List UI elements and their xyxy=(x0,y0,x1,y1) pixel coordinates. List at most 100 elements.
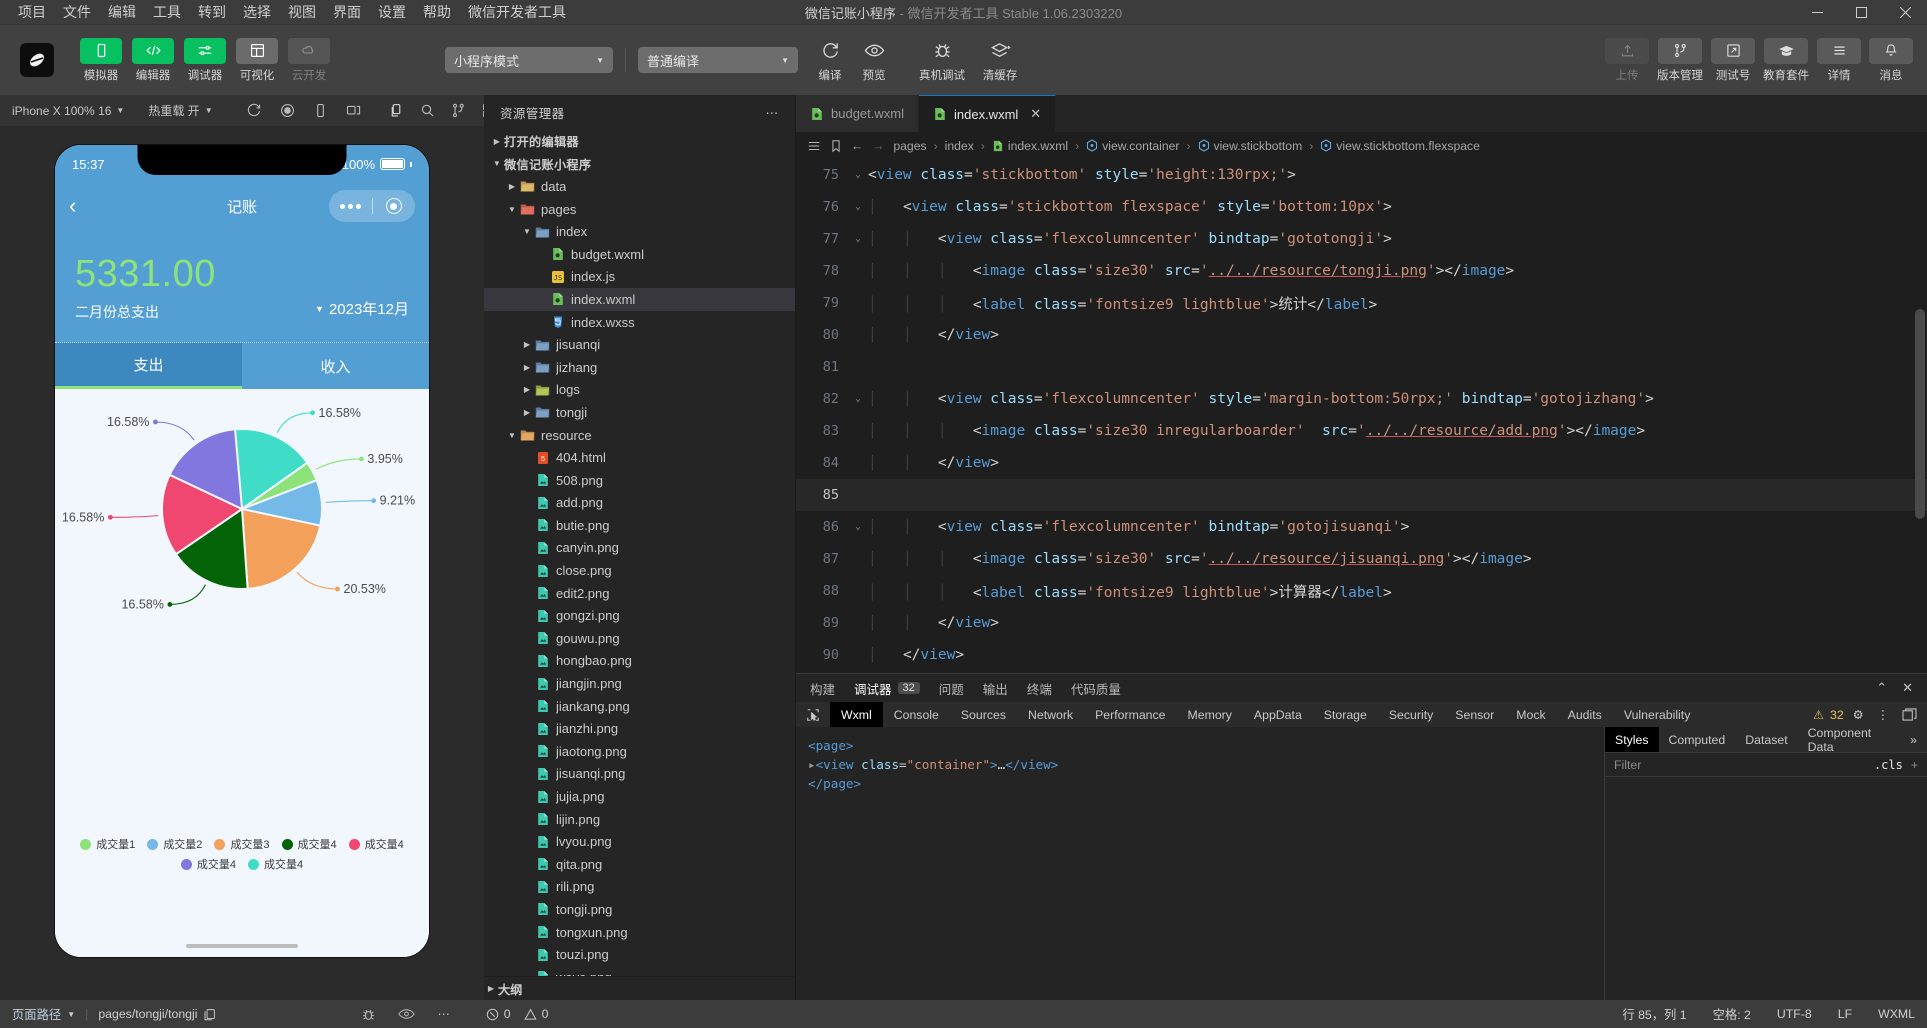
month-picker[interactable]: ▼ 2023年12月 xyxy=(315,298,409,322)
rotate-phone-icon[interactable] xyxy=(313,103,328,118)
styles-tab-dataset[interactable]: Dataset xyxy=(1735,727,1797,752)
devtools-tab-wxml[interactable]: Wxml xyxy=(830,702,883,727)
toolbar-external-link-button[interactable]: 测试号 xyxy=(1711,37,1755,83)
menu-item-10[interactable]: 微信开发者工具 xyxy=(468,2,566,22)
toolbar-branch-button[interactable]: 版本管理 xyxy=(1657,37,1703,83)
compile-button[interactable]: 编译 xyxy=(808,37,852,83)
copy-icon[interactable] xyxy=(203,1008,216,1021)
devtools-panel-4[interactable]: 终端 xyxy=(1027,679,1052,698)
refresh-icon[interactable] xyxy=(247,103,262,118)
cls-button[interactable]: .cls xyxy=(1874,758,1903,772)
code-line-84[interactable]: 84 │ │ </view> xyxy=(796,447,1927,479)
tree-item-jiangjin-png[interactable]: jiangjin.png xyxy=(484,672,795,695)
breadcrumb-item-0[interactable]: pages xyxy=(893,139,926,153)
add-style-button[interactable]: + xyxy=(1911,758,1918,772)
breadcrumb-item-1[interactable]: index xyxy=(945,139,974,153)
devtools-tab-list[interactable]: Wxml Console Sources Network Performance Memo… xyxy=(830,702,1701,727)
menu-bar[interactable]: 项目 文件 编辑 工具 转到 选择 视图 界面 设置 帮助 微信开发者工具 xyxy=(0,2,566,22)
close-icon[interactable] xyxy=(1883,0,1927,25)
dock-icon[interactable] xyxy=(1902,707,1917,722)
tree-item-butie-png[interactable]: butie.png xyxy=(484,514,795,537)
tree-item-qita-png[interactable]: qita.png xyxy=(484,853,795,876)
wxml-node-1[interactable]: ▸<view class="container">…</view> xyxy=(808,755,1592,774)
tree-item-tongji[interactable]: ▶ tongji xyxy=(484,401,795,424)
wxml-node-2[interactable]: </page> xyxy=(808,774,1592,793)
close-target-icon[interactable] xyxy=(372,198,415,214)
tree-item-jisuanqi-png[interactable]: jisuanqi.png xyxy=(484,763,795,786)
code-line-83[interactable]: 83 │ │ │ <image class='size30 inregularbo… xyxy=(796,415,1927,447)
outline-section[interactable]: ▶ 大纲 xyxy=(484,976,795,1000)
devtools-panel-0[interactable]: 构建 xyxy=(810,679,835,698)
tree-item-404-html[interactable]: 5 404.html xyxy=(484,446,795,469)
fold-chevron-icon[interactable]: ⌄ xyxy=(848,522,868,532)
devtools-panel-list[interactable]: 构建 调试器 32 问题 输出 终端 代码质量 xyxy=(810,679,1121,698)
clear-cache-button[interactable]: 清缓存 xyxy=(972,37,1028,83)
editor-tab-index-wxml[interactable]: index.wxml ✕ xyxy=(918,95,1057,132)
tree-item-add-png[interactable]: add.png xyxy=(484,492,795,515)
close-icon[interactable]: ✕ xyxy=(1030,106,1041,122)
code-line-76[interactable]: 76 ⌄ │ <view class='stickbottom flexspace'… xyxy=(796,191,1927,223)
toolbar-code-button[interactable]: 编辑器 xyxy=(132,37,174,83)
code-line-89[interactable]: 89 │ │ </view> xyxy=(796,607,1927,639)
wxml-tree[interactable]: <page> ▸<view class="container">…</view> <… xyxy=(796,727,1605,1000)
tree-item-index[interactable]: ▼ index xyxy=(484,220,795,243)
menu-item-2[interactable]: 编辑 xyxy=(108,2,136,22)
editor-scrollbar[interactable] xyxy=(1915,309,1925,519)
devtools-warning-count[interactable]: ⚠ 32 xyxy=(1813,708,1853,722)
maximize-icon[interactable] xyxy=(1839,0,1883,25)
styles-tab-»[interactable]: » xyxy=(1900,727,1927,752)
explorer-section-0[interactable]: ▶ 打开的编辑器 xyxy=(484,130,795,153)
toolbar-bell-button[interactable]: 消息 xyxy=(1869,37,1913,83)
multi-window-icon[interactable] xyxy=(346,103,361,118)
code-line-90[interactable]: 90 │ </view> xyxy=(796,639,1927,671)
tree-item-index-js[interactable]: JS index.js xyxy=(484,266,795,289)
breadcrumb-item-4[interactable]: view.stickbottom xyxy=(1198,139,1302,153)
tree-item-tongji-png[interactable]: tongji.png xyxy=(484,898,795,921)
chevron-up-icon[interactable]: ⌃ xyxy=(1876,680,1887,696)
search-icon[interactable] xyxy=(420,103,435,118)
tree-item-canyin-png[interactable]: canyin.png xyxy=(484,537,795,560)
legend-item-5[interactable]: 成交量4 xyxy=(180,856,236,872)
devtools-tab-console[interactable]: Console xyxy=(883,702,950,727)
menu-item-6[interactable]: 视图 xyxy=(288,2,316,22)
ellipsis-icon[interactable]: ⋯ xyxy=(437,1007,449,1021)
styles-filter-input[interactable]: Filter xyxy=(1614,758,1866,772)
preview-button[interactable]: 预览 xyxy=(852,37,896,83)
copy-icon[interactable] xyxy=(389,103,404,118)
styles-tab-styles[interactable]: Styles xyxy=(1605,727,1659,752)
menu-item-1[interactable]: 文件 xyxy=(63,2,91,22)
bookmark-icon[interactable] xyxy=(830,139,842,153)
tree-item-wave-png[interactable]: wave.png xyxy=(484,966,795,976)
page-path-value-group[interactable]: pages/tongji/tongji xyxy=(98,1007,216,1021)
devtools-tab-storage[interactable]: Storage xyxy=(1313,702,1378,727)
toolbar-phone-button[interactable]: 模拟器 xyxy=(80,37,122,83)
device-select[interactable]: iPhone X 100% 16 ▼ xyxy=(0,95,136,126)
code-line-85[interactable]: 85 xyxy=(796,479,1927,511)
breadcrumb-item-2[interactable]: index.wxml xyxy=(992,139,1068,153)
menu-item-3[interactable]: 工具 xyxy=(153,2,181,22)
toolbar-upload-button[interactable]: 上传 xyxy=(1605,37,1649,83)
tree-item-gouwu-png[interactable]: gouwu.png xyxy=(484,627,795,650)
code-line-81[interactable]: 81 xyxy=(796,351,1927,383)
tree-item-pages[interactable]: ▼ pages xyxy=(484,198,795,221)
phone-tab-expense[interactable]: 支出 xyxy=(55,343,242,389)
devtools-tab-vulnerability[interactable]: Vulnerability xyxy=(1613,702,1702,727)
breadcrumb-item-5[interactable]: view.stickbottom.flexspace xyxy=(1320,139,1480,153)
devtools-tab-sensor[interactable]: Sensor xyxy=(1444,702,1505,727)
breadcrumb-item-3[interactable]: view.container xyxy=(1086,139,1179,153)
cursor-position[interactable]: 行 85，列 1 xyxy=(1622,1005,1686,1023)
code-line-88[interactable]: 88 │ │ │ <label class='fontsize9 lightblu… xyxy=(796,575,1927,607)
problems-summary[interactable]: 0 0 xyxy=(486,1007,548,1021)
tree-item-jizhang[interactable]: ▶ jizhang xyxy=(484,356,795,379)
file-tree[interactable]: ▶ 打开的编辑器 ▼ 微信记账小程序 ▶ data ▼ pages ▼ index budget.w… xyxy=(484,130,795,976)
devtools-panel-5[interactable]: 代码质量 xyxy=(1071,679,1121,698)
hotreload-select[interactable]: 热重载 开 ▼ xyxy=(136,95,224,126)
encoding[interactable]: UTF-8 xyxy=(1777,1007,1812,1021)
compile-select[interactable]: 普通编译 ▼ xyxy=(638,47,798,73)
devtools-tab-performance[interactable]: Performance xyxy=(1084,702,1176,727)
eol[interactable]: LF xyxy=(1838,1007,1852,1021)
devtools-tab-memory[interactable]: Memory xyxy=(1177,702,1243,727)
minimize-icon[interactable] xyxy=(1795,0,1839,25)
legend-item-6[interactable]: 成交量4 xyxy=(248,856,303,872)
menu-item-0[interactable]: 项目 xyxy=(18,2,46,22)
